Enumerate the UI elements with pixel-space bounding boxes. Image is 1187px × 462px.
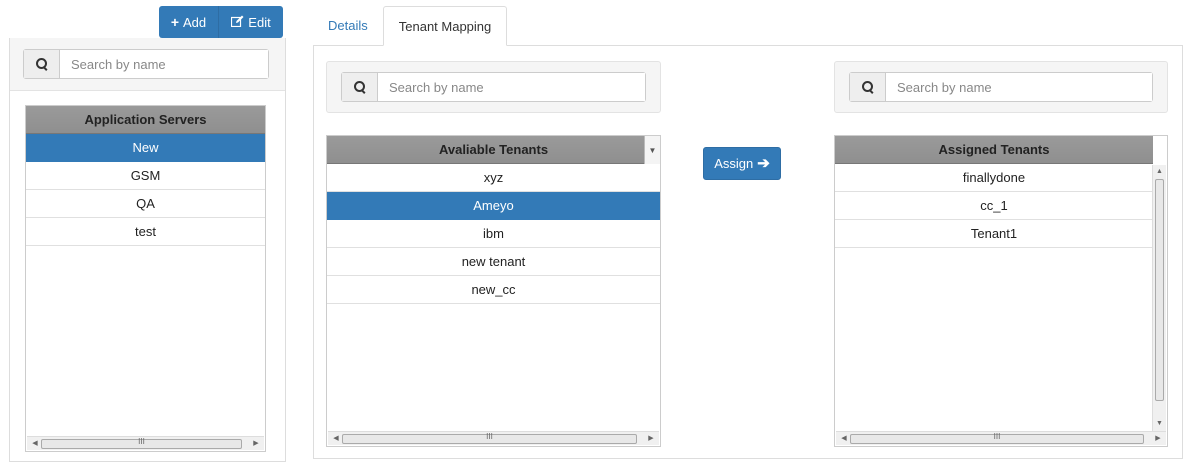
- application-servers-header[interactable]: Application Servers: [26, 106, 265, 134]
- table-row[interactable]: QA: [26, 190, 265, 218]
- search-icon: [353, 81, 366, 93]
- table-row[interactable]: ibm: [327, 220, 660, 248]
- tab-tenant-mapping[interactable]: Tenant Mapping: [382, 6, 508, 46]
- assigned-search-addon[interactable]: [850, 73, 886, 101]
- assign-button[interactable]: Assign ➔: [703, 147, 781, 180]
- available-search-addon[interactable]: [342, 73, 378, 101]
- table-row[interactable]: xyz: [327, 164, 660, 192]
- scrollbar-thumb[interactable]: [1155, 179, 1164, 401]
- scroll-right-icon[interactable]: ▶: [645, 434, 657, 444]
- search-icon: [861, 81, 874, 93]
- available-tenants-header-label: Avaliable Tenants: [438, 142, 549, 157]
- available-search-box: [341, 72, 646, 102]
- left-search-well: [10, 38, 285, 91]
- edit-button[interactable]: Edit: [219, 6, 283, 38]
- available-search-input[interactable]: [378, 73, 645, 101]
- assigned-tenants-header[interactable]: Assigned Tenants: [835, 136, 1153, 164]
- add-button[interactable]: + Add: [159, 6, 219, 38]
- left-search-addon[interactable]: [24, 50, 60, 78]
- table-row[interactable]: new_cc: [327, 276, 660, 304]
- scrollbar-thumb[interactable]: III: [850, 432, 1144, 444]
- scroll-down-icon[interactable]: ▼: [1153, 418, 1166, 430]
- scrollbar-thumb[interactable]: III: [41, 437, 242, 449]
- horizontal-scrollbar[interactable]: ◀ III ▶: [27, 436, 264, 450]
- table-row[interactable]: Tenant1: [835, 220, 1153, 248]
- add-button-label: Add: [183, 14, 207, 30]
- scroll-right-icon[interactable]: ▶: [1152, 434, 1164, 444]
- horizontal-scrollbar[interactable]: ◀ III ▶: [328, 431, 659, 445]
- table-row[interactable]: test: [26, 218, 265, 246]
- application-servers-grid: Application Servers New GSM QA test ◀ II…: [25, 105, 266, 452]
- caret-down-icon[interactable]: ▼: [644, 136, 660, 164]
- table-row[interactable]: finallydone: [835, 164, 1153, 192]
- tab-bar: Details Tenant Mapping: [313, 6, 508, 46]
- assign-button-label: Assign: [714, 156, 754, 171]
- table-row[interactable]: New: [26, 134, 265, 162]
- left-search-box: [23, 49, 269, 79]
- scroll-up-icon[interactable]: ▲: [1153, 166, 1166, 178]
- application-servers-panel: Application Servers New GSM QA test ◀ II…: [9, 38, 286, 462]
- table-row[interactable]: GSM: [26, 162, 265, 190]
- table-row[interactable]: new tenant: [327, 248, 660, 276]
- scroll-left-icon[interactable]: ◀: [330, 434, 342, 444]
- tab-details[interactable]: Details: [313, 6, 383, 45]
- assigned-search-input[interactable]: [886, 73, 1152, 101]
- assigned-tenants-grid: Assigned Tenants finallydone cc_1 Tenant…: [834, 135, 1168, 447]
- available-tenants-header[interactable]: Avaliable Tenants ▼: [327, 136, 660, 164]
- horizontal-scrollbar[interactable]: ◀ III ▶: [836, 431, 1166, 445]
- edit-button-label: Edit: [248, 14, 271, 30]
- scrollbar-thumb[interactable]: III: [342, 432, 637, 444]
- table-row[interactable]: Ameyo: [327, 192, 660, 220]
- arrow-right-icon: ➔: [757, 155, 770, 172]
- left-search-input[interactable]: [60, 50, 268, 78]
- edit-icon: [231, 15, 244, 30]
- scroll-right-icon[interactable]: ▶: [250, 439, 262, 449]
- table-row[interactable]: cc_1: [835, 192, 1153, 220]
- scroll-left-icon[interactable]: ◀: [838, 434, 850, 444]
- search-icon: [35, 58, 48, 70]
- plus-icon: +: [170, 14, 180, 30]
- available-tenants-grid: Avaliable Tenants ▼ xyz Ameyo ibm new te…: [326, 135, 661, 447]
- vertical-scrollbar[interactable]: ▲ ▼: [1152, 165, 1166, 431]
- available-search-well: [326, 61, 661, 113]
- assigned-search-box: [849, 72, 1153, 102]
- assigned-search-well: [834, 61, 1168, 113]
- scroll-left-icon[interactable]: ◀: [29, 439, 41, 449]
